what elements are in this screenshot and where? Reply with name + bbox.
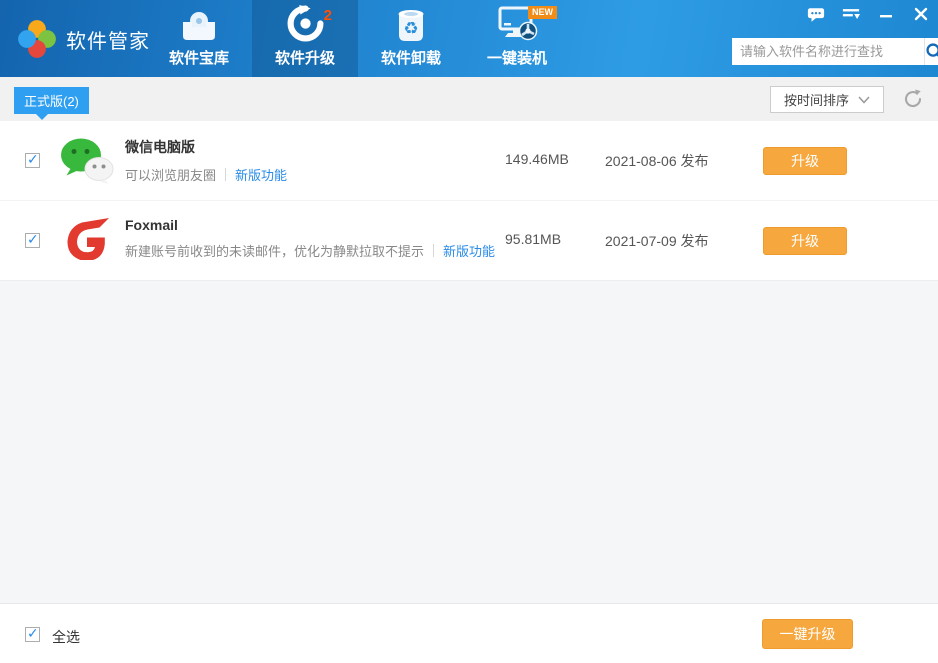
- software-size: 149.46MB: [505, 151, 569, 167]
- title-bar: 软件管家 软件宝库 2 软件升级: [0, 0, 938, 77]
- tab-software-upgrade[interactable]: 2 软件升级: [252, 0, 358, 77]
- skin-menu-icon[interactable]: [842, 6, 860, 22]
- svg-text:♻: ♻: [403, 19, 418, 39]
- filter-bar: 正式版(2) 按时间排序: [0, 77, 938, 121]
- tab-software-uninstall[interactable]: ♻ 软件卸载: [358, 0, 464, 77]
- disc-tray-icon: [180, 2, 218, 42]
- divider: [225, 168, 226, 181]
- clover-logo-icon: [18, 20, 56, 58]
- list-item-wechat: 微信电脑版 可以浏览朋友圈 新版功能 149.46MB 2021-08-06 发…: [0, 121, 938, 201]
- search-box: [732, 38, 930, 65]
- tab-software-library[interactable]: 软件宝库: [146, 0, 252, 77]
- row-main: 微信电脑版 可以浏览朋友圈 新版功能: [125, 137, 287, 184]
- row-checkbox[interactable]: [25, 153, 40, 168]
- refresh-icon[interactable]: [902, 88, 924, 110]
- search-input[interactable]: [732, 38, 924, 65]
- footer-bar: 全选 一键升级: [0, 603, 938, 663]
- upgrade-list: 微信电脑版 可以浏览朋友圈 新版功能 149.46MB 2021-08-06 发…: [0, 121, 938, 281]
- release-date: 2021-08-06 发布: [605, 151, 709, 171]
- select-all-checkbox[interactable]: [25, 627, 40, 642]
- new-features-link[interactable]: 新版功能: [443, 241, 495, 260]
- app-brand: 软件管家: [18, 20, 150, 58]
- row-checkbox[interactable]: [25, 233, 40, 248]
- main-nav: 软件宝库 2 软件升级 ♻ 软件卸载: [146, 0, 570, 77]
- wechat-icon: [60, 135, 114, 187]
- minimize-icon[interactable]: [877, 6, 895, 22]
- upgrade-all-button[interactable]: 一键升级: [762, 619, 853, 649]
- sort-dropdown[interactable]: 按时间排序: [770, 86, 884, 113]
- software-size: 95.81MB: [505, 231, 561, 247]
- list-item-foxmail: Foxmail 新建账号前收到的未读邮件，优化为静默拉取不提示 新版功能 95.…: [0, 201, 938, 281]
- software-desc: 新建账号前收到的未读邮件，优化为静默拉取不提示: [125, 241, 424, 260]
- software-desc: 可以浏览朋友圈: [125, 165, 216, 184]
- release-date: 2021-07-09 发布: [605, 231, 709, 251]
- row-main: Foxmail 新建账号前收到的未读邮件，优化为静默拉取不提示 新版功能: [125, 217, 495, 260]
- empty-area: [0, 281, 938, 603]
- tab-label: 一键装机: [487, 47, 547, 68]
- sort-dropdown-label: 按时间排序: [784, 90, 849, 109]
- tab-one-click-setup[interactable]: NEW 一键装机: [464, 0, 570, 77]
- tab-label: 软件卸载: [381, 47, 441, 68]
- close-icon[interactable]: [912, 6, 930, 22]
- tab-label: 软件升级: [275, 47, 335, 68]
- select-all-label: 全选: [52, 627, 80, 647]
- app-title: 软件管家: [66, 25, 150, 54]
- upgrade-count-badge: 2: [324, 7, 332, 24]
- upgrade-button[interactable]: 升级: [763, 147, 847, 175]
- window-controls: [807, 6, 930, 22]
- tab-label: 软件宝库: [169, 47, 229, 68]
- new-tag-badge: NEW: [528, 6, 557, 19]
- foxmail-icon: [60, 215, 114, 267]
- new-features-link[interactable]: 新版功能: [235, 165, 287, 184]
- sort-chevron-down-icon: [858, 96, 870, 104]
- software-name: Foxmail: [125, 217, 495, 233]
- feedback-icon[interactable]: [807, 6, 825, 22]
- search-icon: [925, 42, 938, 61]
- upgrade-button[interactable]: 升级: [763, 227, 847, 255]
- uninstall-trash-icon: ♻: [393, 2, 429, 42]
- version-filter-tag[interactable]: 正式版(2): [14, 87, 89, 114]
- divider: [433, 244, 434, 257]
- software-name: 微信电脑版: [125, 137, 287, 157]
- search-button[interactable]: [924, 38, 938, 65]
- upgrade-swirl-icon: [287, 2, 324, 42]
